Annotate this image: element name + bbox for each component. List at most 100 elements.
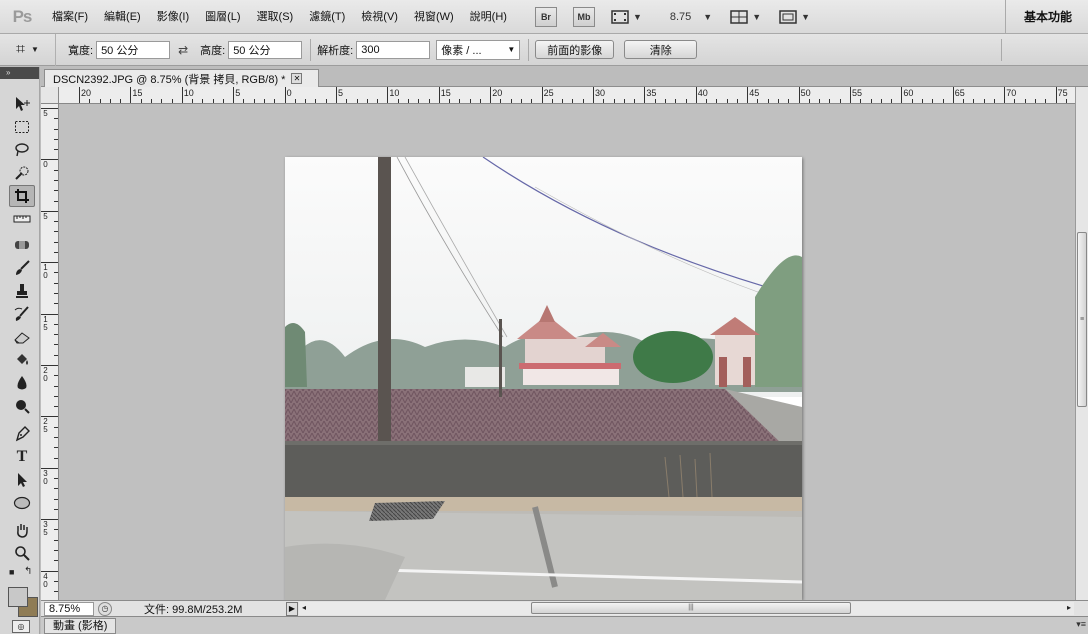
front-image-button[interactable]: 前面的影像 [535,40,615,59]
status-zoom-input[interactable]: 8.75% [44,601,94,616]
ruler-tick [613,99,615,103]
ruler-tick [54,508,58,510]
history-brush-tool[interactable] [9,303,35,325]
resolution-unit-select[interactable]: 像素 / ... ▼ [436,39,521,60]
ruler-tick [54,560,58,562]
dodge-tool[interactable] [9,395,35,417]
menu-window[interactable]: 視窗(W) [406,0,462,34]
blur-tool[interactable] [9,372,35,394]
bucket-icon [17,354,28,365]
screen-mode-dropdown[interactable]: ▼ [779,9,810,24]
pen-tool[interactable] [9,423,35,445]
vertical-ruler[interactable]: 5 0 5 1 0 1 5 2 0 2 5 3 0 3 5 4 0 [41,104,59,600]
close-icon[interactable]: ✕ [291,73,303,84]
ruler-label: 20 [492,88,503,98]
ruler-tick [438,87,440,103]
resolution-unit-value: 像素 / ... [441,44,482,57]
canvas-area[interactable] [59,104,1075,600]
quick-mask-icon[interactable]: ◎ [12,620,30,633]
status-info-icon[interactable]: ◷ [98,601,112,616]
ruler-tick [551,99,553,103]
ruler-tick [54,241,58,243]
spot-healing-tool[interactable] [9,234,35,256]
horizontal-scrollbar[interactable]: ◂ ||| ▸ [299,602,1074,615]
lasso-tool[interactable] [9,139,35,161]
clear-button[interactable]: 清除 [624,40,698,59]
ruler-tick [54,550,58,552]
zoom-tool[interactable] [9,542,35,564]
width-label: 寬度: [68,44,94,57]
resolution-label: 解析度: [317,44,354,57]
mini-bridge-button[interactable]: Mb [572,6,595,27]
menu-file[interactable]: 檔案(F) [44,0,96,34]
ruler-tick [973,99,975,103]
ruler-label: 30 [595,88,606,98]
tab-animation[interactable]: 動畫 (影格) [44,617,117,634]
eraser-tool[interactable] [9,326,35,348]
menu-filter[interactable]: 濾鏡(T) [301,0,353,34]
bridge-button[interactable]: Br [534,6,557,27]
status-menu-arrow-icon[interactable]: ▶ [286,601,298,616]
ruler-tick [479,99,481,103]
menu-image[interactable]: 影像(I) [149,0,197,34]
arrange-icon [730,9,748,24]
paint-bucket-tool[interactable] [9,349,35,371]
menu-view[interactable]: 檢視(V) [353,0,406,34]
ruler-tool[interactable] [9,208,35,230]
ruler-tick [921,99,923,103]
ruler-label: 2 5 [43,417,48,435]
vertical-scrollbar[interactable]: ≡ [1075,87,1088,600]
ruler-tick [747,87,749,103]
menu-edit[interactable]: 編輯(E) [96,0,149,34]
ruler-tick [993,99,995,103]
menu-select[interactable]: 選取(S) [249,0,302,34]
status-bar: 8.75% ◷ 文件: 99.8M/253.2M ▶ ◂ ||| ▸ [41,600,1088,616]
document-tab[interactable]: DSCN2392.JPG @ 8.75% (背景 拷貝, RGB/8) * ✕ [44,69,319,87]
zoom-dropdown[interactable]: 8.75 ▼ [670,11,712,23]
swap-colors-icon[interactable]: ↰ [24,566,32,577]
arrange-documents-dropdown[interactable]: ▼ [730,9,762,24]
menu-layer[interactable]: 圖層(L) [197,0,248,34]
clone-stamp-tool[interactable] [9,280,35,302]
scroll-thumb[interactable]: ||| [531,602,851,614]
path-selection-tool[interactable] [9,469,35,491]
panel-collapse-icon[interactable]: » [0,67,39,79]
horizontal-ruler[interactable]: 20 15 10 5 0 5 10 15 20 25 30 35 40 45 50 55 60 65 70 75 [59,87,1075,104]
workspace-label[interactable]: 基本功能 [1004,0,1088,34]
path-select-icon [18,473,27,487]
ruler-tick [562,99,564,103]
ruler-tick [664,99,666,103]
scroll-right-icon[interactable]: ▸ [1064,602,1074,614]
ruler-tick [54,149,58,151]
swap-dimensions-icon[interactable]: ⇄ [178,43,188,57]
menu-help[interactable]: 說明(H) [462,0,515,34]
brush-tool[interactable] [9,257,35,279]
ruler-label: 0 [286,88,292,98]
marquee-tool[interactable] [9,116,35,138]
panel-menu-icon[interactable]: ▾≡ [1076,619,1086,630]
ruler-tick [54,231,58,233]
ruler-origin[interactable] [41,87,59,104]
tool-preset-picker[interactable]: ⌗ ▼ [0,33,56,66]
document-image[interactable] [285,156,803,600]
hand-tool[interactable] [9,519,35,541]
foreground-color[interactable] [8,587,28,607]
resolution-input[interactable] [356,40,431,59]
move-tool[interactable] [9,93,35,115]
quick-select-tool[interactable] [9,162,35,184]
width-input[interactable] [96,40,171,59]
height-input[interactable] [228,40,303,59]
crop-tool[interactable] [9,185,35,207]
chevron-down-icon: ▼ [752,11,762,22]
film-icon [611,9,629,24]
ruler-tick [932,99,934,103]
ruler-tick [54,426,58,428]
type-tool[interactable]: T [9,446,35,468]
default-colors-icon[interactable]: ■ [9,567,14,577]
ellipse-tool[interactable] [9,492,35,514]
view-extras-dropdown[interactable]: ▼ [611,9,642,24]
scroll-left-icon[interactable]: ◂ [299,602,309,614]
ruler-tick [54,354,58,356]
chevron-down-icon: ▼ [632,11,642,22]
scroll-thumb[interactable]: ≡ [1077,232,1087,407]
